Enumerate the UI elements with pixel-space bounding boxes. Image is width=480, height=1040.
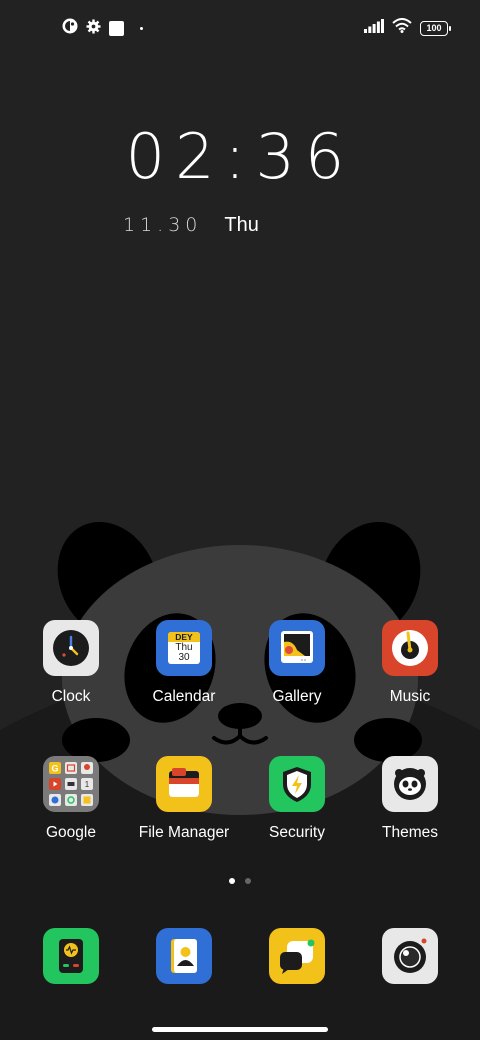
clock-time: 02:36 xyxy=(125,120,355,193)
app-label: Gallery xyxy=(272,688,322,705)
app-clock[interactable]: Clock xyxy=(15,620,127,706)
clock-date: 11.30 xyxy=(123,214,203,236)
wifi-icon xyxy=(392,18,412,38)
dock-phone[interactable] xyxy=(15,928,127,984)
app-calendar[interactable]: DEY Thu 30 Calendar xyxy=(128,620,240,706)
app-themes[interactable]: Themes xyxy=(354,756,466,842)
contacts-icon xyxy=(156,928,212,984)
camera-icon xyxy=(382,928,438,984)
phone-icon xyxy=(43,928,99,984)
settings-gear-icon xyxy=(86,18,101,39)
battery-indicator: 100 xyxy=(420,20,451,36)
app-file-manager[interactable]: File Manager xyxy=(128,756,240,842)
app-label: Clock xyxy=(51,688,91,705)
app-label: Google xyxy=(46,824,96,841)
svg-text:1: 1 xyxy=(85,780,90,789)
themes-icon xyxy=(382,756,438,812)
music-icon xyxy=(382,620,438,676)
calendar-icon: DEY Thu 30 xyxy=(156,620,212,676)
app-label: File Manager xyxy=(138,824,230,841)
clock-weekday: Thu xyxy=(224,214,259,236)
notification-app-icon xyxy=(62,18,78,39)
clock-icon xyxy=(43,620,99,676)
page-dot-1[interactable] xyxy=(229,878,235,884)
dot-icon xyxy=(140,27,143,30)
messages-icon xyxy=(269,928,325,984)
gallery-icon xyxy=(269,620,325,676)
app-google-folder[interactable]: G 1 Google xyxy=(15,756,127,842)
square-notification-icon xyxy=(109,21,124,36)
page-indicator xyxy=(0,878,480,884)
google-folder-icon: G 1 xyxy=(43,756,99,812)
status-bar: 100 xyxy=(0,0,480,56)
dock-messages[interactable] xyxy=(241,928,353,984)
app-label: Security xyxy=(269,824,325,841)
cellular-signal-icon xyxy=(364,18,384,38)
app-security[interactable]: Security xyxy=(241,756,353,842)
dock-camera[interactable] xyxy=(354,928,466,984)
home-indicator-bar[interactable] xyxy=(152,1027,328,1032)
app-label: Themes xyxy=(382,824,438,841)
app-label: Music xyxy=(389,688,431,705)
app-music[interactable]: Music xyxy=(354,620,466,706)
file-manager-icon xyxy=(156,756,212,812)
app-label: Calendar xyxy=(152,688,216,705)
dock-contacts[interactable] xyxy=(128,928,240,984)
svg-text:G: G xyxy=(51,764,58,774)
security-icon xyxy=(269,756,325,812)
page-dot-2[interactable] xyxy=(245,878,251,884)
app-gallery[interactable]: Gallery xyxy=(241,620,353,706)
